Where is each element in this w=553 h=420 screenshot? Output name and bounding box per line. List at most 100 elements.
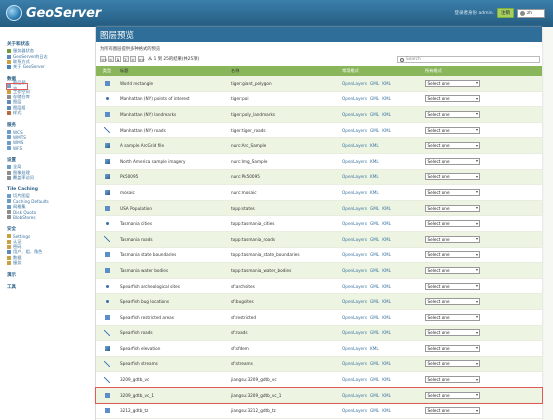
pager-button[interactable]: <	[107, 56, 114, 62]
format-link-gml[interactable]: GML	[370, 237, 379, 242]
sidebar-item[interactable]: 服务	[7, 260, 95, 266]
format-link-openlayers[interactable]: OpenLayers	[342, 330, 367, 335]
format-link-kml[interactable]: KML	[382, 268, 391, 273]
format-link-kml[interactable]: KML	[382, 128, 391, 133]
format-select[interactable]: Select one	[425, 266, 480, 274]
format-link-kml[interactable]: KML	[370, 143, 379, 148]
format-link-kml[interactable]: KML	[382, 284, 391, 289]
format-select[interactable]: Select one	[425, 126, 480, 134]
format-link-kml[interactable]: KML	[382, 206, 391, 211]
format-link-openlayers[interactable]: OpenLayers	[342, 159, 367, 164]
sidebar-item[interactable]: 关于 GeoServer	[7, 64, 95, 70]
format-link-gml[interactable]: GML	[370, 128, 379, 133]
format-link-gml[interactable]: GML	[370, 112, 379, 117]
column-header[interactable]: 类型	[96, 68, 118, 74]
format-link-gml[interactable]: GML	[370, 393, 379, 398]
format-link-gml[interactable]: GML	[370, 299, 379, 304]
format-link-openlayers[interactable]: OpenLayers	[342, 112, 367, 117]
format-link-openlayers[interactable]: OpenLayers	[342, 237, 367, 242]
format-select[interactable]: Select one	[425, 204, 480, 212]
format-select[interactable]: Select one	[425, 313, 480, 321]
format-select[interactable]: Select one	[425, 251, 480, 259]
pager-button[interactable]: <<	[100, 56, 107, 62]
format-link-gml[interactable]: GML	[370, 221, 379, 226]
format-select[interactable]: Select one	[425, 142, 480, 150]
pager-button[interactable]: >>	[137, 56, 145, 62]
format-link-gml[interactable]: GML	[370, 81, 379, 86]
column-header[interactable]: 常用格式	[341, 68, 424, 74]
format-link-gml[interactable]: GML	[370, 268, 379, 273]
format-link-kml[interactable]: KML	[382, 112, 391, 117]
format-link-gml[interactable]: GML	[370, 96, 379, 101]
format-link-openlayers[interactable]: OpenLayers	[342, 221, 367, 226]
format-select[interactable]: Select one	[425, 220, 480, 228]
format-select[interactable]: Select one	[425, 344, 480, 352]
format-link-kml[interactable]: KML	[382, 393, 391, 398]
pager-button[interactable]: 2	[122, 56, 129, 62]
format-link-openlayers[interactable]: OpenLayers	[342, 206, 367, 211]
column-header[interactable]: 标题	[118, 68, 230, 74]
format-select[interactable]: Select one	[425, 298, 480, 306]
format-link-openlayers[interactable]: OpenLayers	[342, 96, 367, 101]
format-select[interactable]: Select one	[425, 173, 480, 181]
format-link-gml[interactable]: GML	[370, 330, 379, 335]
format-link-openlayers[interactable]: OpenLayers	[342, 268, 367, 273]
format-link-kml[interactable]: KML	[382, 315, 391, 320]
pager-button[interactable]: >	[130, 56, 136, 62]
format-link-kml[interactable]: KML	[370, 174, 379, 179]
format-select[interactable]: Select one	[425, 360, 480, 368]
format-link-gml[interactable]: GML	[370, 206, 379, 211]
sidebar-item[interactable]: 覆盖率访问	[7, 175, 95, 180]
format-link-openlayers[interactable]: OpenLayers	[342, 284, 367, 289]
format-link-openlayers[interactable]: OpenLayers	[342, 299, 367, 304]
format-link-kml[interactable]: KML	[382, 252, 391, 257]
format-link-kml[interactable]: KML	[370, 346, 379, 351]
format-select[interactable]: Select one	[425, 329, 480, 337]
format-link-openlayers[interactable]: OpenLayers	[342, 361, 367, 366]
format-link-openlayers[interactable]: OpenLayers	[342, 408, 367, 413]
format-link-openlayers[interactable]: OpenLayers	[342, 315, 367, 320]
logout-button[interactable]: 注销	[497, 8, 514, 18]
sidebar-item[interactable]: BlobStores	[7, 215, 95, 220]
format-link-openlayers[interactable]: OpenLayers	[342, 377, 367, 382]
format-select[interactable]: Select one	[425, 79, 480, 87]
format-link-gml[interactable]: GML	[370, 408, 379, 413]
format-select[interactable]: Select one	[425, 110, 480, 118]
format-select[interactable]: Select one	[425, 95, 480, 103]
format-link-openlayers[interactable]: OpenLayers	[342, 81, 367, 86]
format-link-openlayers[interactable]: OpenLayers	[342, 190, 367, 195]
format-link-gml[interactable]: GML	[370, 377, 379, 382]
format-link-kml[interactable]: KML	[382, 81, 391, 86]
column-header[interactable]: 名称	[230, 68, 341, 74]
format-select[interactable]: Select one	[425, 391, 480, 399]
format-link-openlayers[interactable]: OpenLayers	[342, 393, 367, 398]
format-link-gml[interactable]: GML	[370, 252, 379, 257]
search-input[interactable]: Search	[397, 56, 540, 63]
language-select[interactable]: zh	[517, 8, 545, 18]
format-link-openlayers[interactable]: OpenLayers	[342, 346, 367, 351]
format-link-kml[interactable]: KML	[382, 299, 391, 304]
format-select[interactable]: Select one	[425, 157, 480, 165]
format-select[interactable]: Select one	[425, 188, 480, 196]
format-select[interactable]: Select one	[425, 407, 480, 415]
sidebar-item[interactable]: 样式	[7, 110, 95, 116]
format-link-openlayers[interactable]: OpenLayers	[342, 128, 367, 133]
format-select[interactable]: Select one	[425, 376, 480, 384]
column-header[interactable]: 所有格式	[424, 68, 542, 74]
format-link-openlayers[interactable]: OpenLayers	[342, 143, 367, 148]
format-link-kml[interactable]: KML	[382, 330, 391, 335]
format-link-gml[interactable]: GML	[370, 284, 379, 289]
format-link-kml[interactable]: KML	[370, 159, 379, 164]
format-link-kml[interactable]: KML	[382, 408, 391, 413]
format-link-kml[interactable]: KML	[370, 190, 379, 195]
format-select[interactable]: Select one	[425, 235, 480, 243]
format-link-kml[interactable]: KML	[382, 96, 391, 101]
format-link-openlayers[interactable]: OpenLayers	[342, 252, 367, 257]
format-link-kml[interactable]: KML	[382, 377, 391, 382]
format-link-kml[interactable]: KML	[382, 361, 391, 366]
format-link-gml[interactable]: GML	[370, 361, 379, 366]
format-select[interactable]: Select one	[425, 282, 480, 290]
format-link-openlayers[interactable]: OpenLayers	[342, 174, 367, 179]
format-link-kml[interactable]: KML	[382, 221, 391, 226]
format-link-kml[interactable]: KML	[382, 237, 391, 242]
